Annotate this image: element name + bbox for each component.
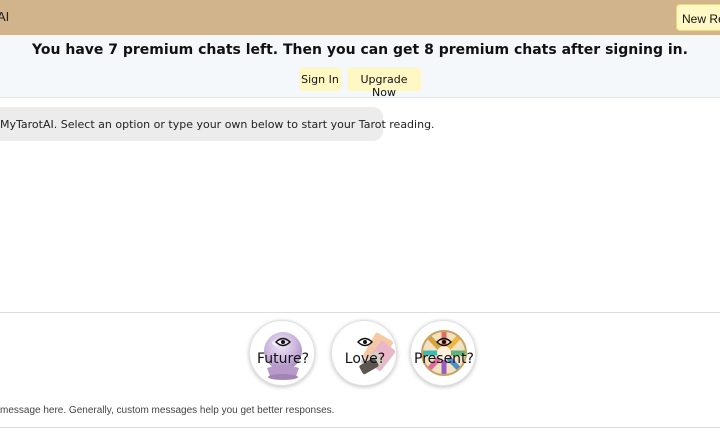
app-title: AI xyxy=(0,9,10,24)
eye-icon xyxy=(275,337,291,347)
option-present-label: Present? xyxy=(414,351,474,367)
option-future-label: Future? xyxy=(256,351,309,367)
premium-message: You have 7 premium chats left. Then you … xyxy=(32,42,688,58)
input-bottom-border xyxy=(0,427,720,428)
assistant-message-bubble: MyTarotAI. Select an option or type your… xyxy=(0,107,435,141)
chat-area: MyTarotAI. Select an option or type your… xyxy=(0,98,720,312)
sign-in-button[interactable]: Sign In xyxy=(299,67,341,91)
eye-icon xyxy=(357,337,373,347)
top-bar: AI New Rea xyxy=(0,0,720,35)
option-love-label: Love? xyxy=(344,351,386,367)
option-love-button[interactable]: Love? xyxy=(331,320,397,386)
upgrade-now-button[interactable]: Upgrade Now xyxy=(347,67,421,99)
assistant-message-text: MyTarotAI. Select an option or type your… xyxy=(0,118,435,131)
option-future-button[interactable]: Future? xyxy=(249,320,315,386)
message-input-hint[interactable]: message here. Generally, custom messages… xyxy=(0,405,334,416)
new-reading-button[interactable]: New Rea xyxy=(676,4,720,31)
option-present-button[interactable]: Present? xyxy=(410,320,476,386)
eye-icon xyxy=(436,337,452,347)
chat-divider xyxy=(0,312,720,313)
